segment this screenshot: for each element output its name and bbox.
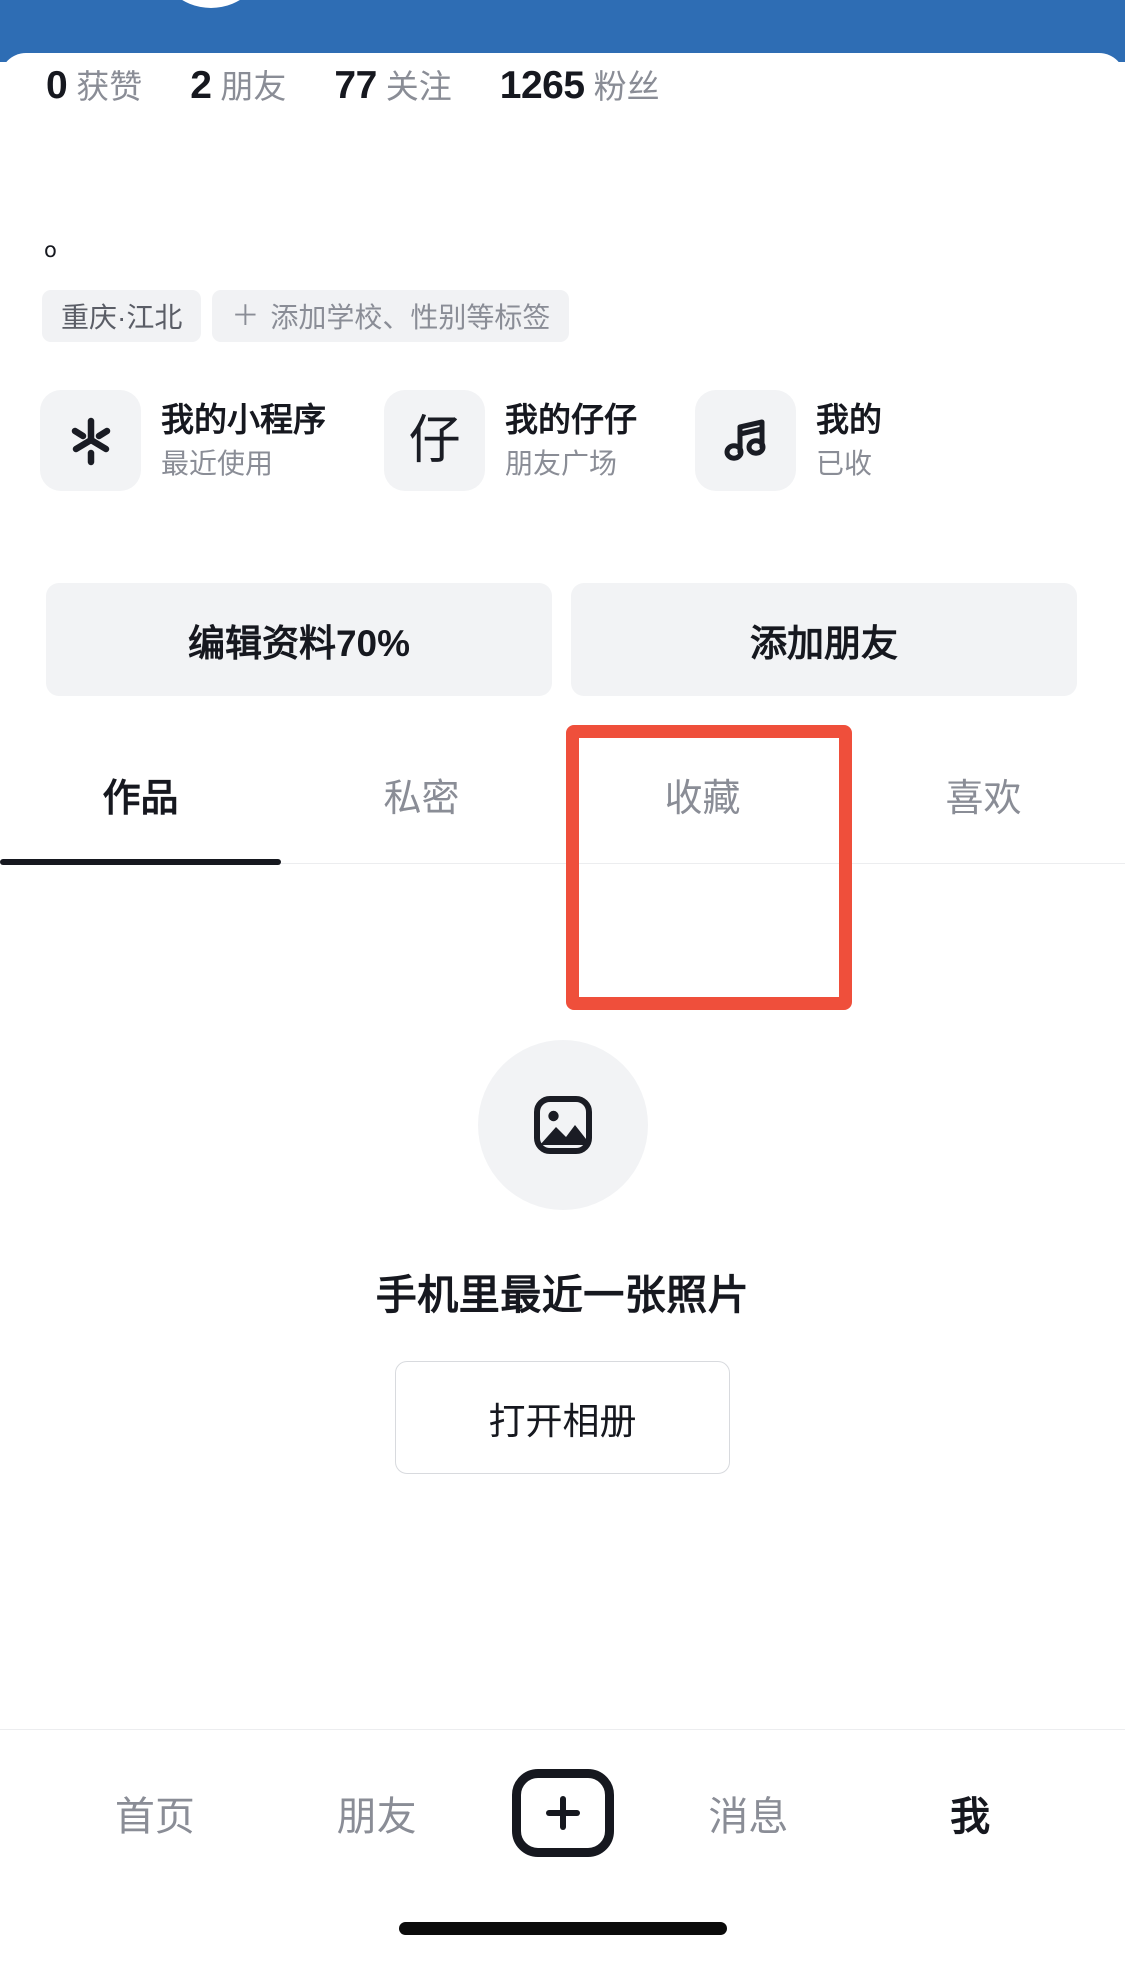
mini-program-card-2[interactable]: 仔 我的仔仔 朋友广场 <box>384 390 637 491</box>
nav-item-home[interactable]: 首页 <box>44 1784 266 1842</box>
stat-following-label: 关注 <box>385 68 452 105</box>
mini-program-card-3-title: 我的 <box>816 400 882 438</box>
mini-program-star-icon <box>40 390 141 491</box>
plus-icon: ＋ <box>231 299 260 332</box>
nav-item-me[interactable]: 我 <box>859 1784 1081 1842</box>
tag-location[interactable]: 重庆·江北 <box>42 290 202 342</box>
mini-program-card-1[interactable]: 我的小程序 最近使用 <box>40 390 326 491</box>
zaizai-icon: 仔 <box>384 390 485 491</box>
mini-program-card-1-subtitle: 最近使用 <box>161 448 274 480</box>
edit-profile-button[interactable]: 编辑资料70% <box>46 583 552 696</box>
create-post-button[interactable] <box>511 1768 614 1857</box>
nav-item-messages[interactable]: 消息 <box>638 1784 860 1842</box>
music-note-icon <box>695 390 796 491</box>
stat-followers[interactable]: 1265 粉丝 <box>500 60 660 108</box>
mini-program-card-3-texts: 我的 已收 <box>816 400 882 481</box>
mini-program-card-2-subtitle: 朋友广场 <box>505 448 618 480</box>
stat-friends[interactable]: 2 朋友 <box>190 60 286 108</box>
active-tab-indicator <box>0 859 281 865</box>
profile-signature[interactable]: o <box>44 238 57 262</box>
mini-program-card-2-title: 我的仔仔 <box>505 400 637 438</box>
stat-followers-label: 粉丝 <box>593 68 660 105</box>
bottom-navigation: 首页 朋友 消息 我 <box>0 1729 1125 1963</box>
mini-program-card-3[interactable]: 我的 已收 <box>695 390 882 491</box>
stat-likes-value: 0 <box>46 64 68 107</box>
zaizai-icon-glyph: 仔 <box>408 411 461 470</box>
tag-add-more[interactable]: ＋ 添加学校、性别等标签 <box>212 290 570 342</box>
profile-actions: 编辑资料70% 添加朋友 <box>46 583 1077 696</box>
profile-tags: 重庆·江北 ＋ 添加学校、性别等标签 <box>42 290 580 342</box>
stat-following[interactable]: 77 关注 <box>334 60 451 108</box>
empty-state: 手机里最近一张照片 打开相册 <box>0 1040 1125 1474</box>
stat-likes[interactable]: 0 获赞 <box>46 60 142 108</box>
photo-image-icon <box>477 1040 648 1210</box>
tag-location-label: 重庆·江北 <box>61 302 183 333</box>
content-tabs: 作品 私密 收藏 喜欢 <box>0 735 1125 865</box>
tab-works[interactable]: 作品 <box>0 735 281 863</box>
profile-stats: 0 获赞 2 朋友 77 关注 1265 粉丝 <box>46 60 708 108</box>
open-album-button[interactable]: 打开相册 <box>395 1361 730 1474</box>
mini-program-card-2-texts: 我的仔仔 朋友广场 <box>505 400 637 481</box>
bottom-nav-items: 首页 朋友 消息 我 <box>0 1730 1125 1895</box>
plus-icon <box>545 1795 580 1830</box>
home-indicator <box>398 1922 727 1935</box>
stat-likes-label: 获赞 <box>76 68 143 105</box>
mini-program-cards: 我的小程序 最近使用 仔 我的仔仔 朋友广场 我的 已收 <box>40 390 940 491</box>
stat-friends-value: 2 <box>190 64 212 107</box>
avatar[interactable] <box>155 0 267 8</box>
empty-state-text: 手机里最近一张照片 <box>375 1272 750 1318</box>
mini-program-card-1-texts: 我的小程序 最近使用 <box>161 400 326 481</box>
stat-followers-value: 1265 <box>499 64 585 107</box>
tab-favorites[interactable]: 收藏 <box>562 735 843 863</box>
add-friend-button[interactable]: 添加朋友 <box>571 583 1077 696</box>
nav-item-friends[interactable]: 朋友 <box>266 1784 488 1842</box>
mini-program-card-1-title: 我的小程序 <box>161 400 326 438</box>
stat-following-value: 77 <box>334 64 377 107</box>
tab-list: 作品 私密 收藏 喜欢 <box>0 735 1125 863</box>
mini-program-card-3-subtitle: 已收 <box>816 448 873 480</box>
tab-likes[interactable]: 喜欢 <box>843 735 1124 863</box>
tab-private[interactable]: 私密 <box>281 735 562 863</box>
tag-add-more-label: 添加学校、性别等标签 <box>270 302 551 333</box>
stat-friends-label: 朋友 <box>220 68 287 105</box>
